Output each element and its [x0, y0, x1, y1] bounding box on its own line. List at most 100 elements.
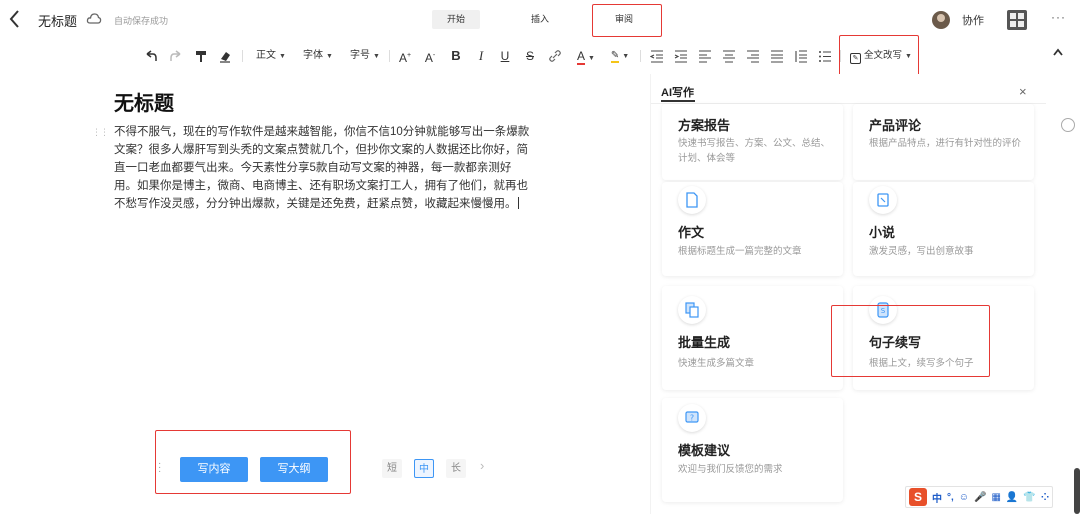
scrollbar[interactable]	[1074, 468, 1080, 514]
link-icon[interactable]	[547, 47, 563, 65]
chevron-down-icon: ▼	[279, 53, 286, 60]
align-center-icon[interactable]	[722, 47, 736, 65]
length-long-button[interactable]: 长	[446, 459, 466, 478]
copy-icon	[678, 296, 706, 324]
avatar[interactable]	[932, 11, 950, 29]
card-desc: 根据产品特点，进行有针对性的评价	[869, 138, 1022, 149]
ai-write-bar: · · · 写内容 写大纲 短 中 长 ›	[156, 450, 502, 490]
outdent-icon[interactable]	[650, 47, 664, 65]
svg-text:?: ?	[690, 414, 694, 423]
ime-tools-icon[interactable]: ⁘	[1041, 492, 1049, 503]
book-icon	[869, 186, 897, 214]
more-menu-icon[interactable]: ···	[1051, 10, 1066, 24]
card-title: 产品评论	[869, 118, 922, 133]
card-template-suggestion[interactable]: ? 模板建议 欢迎与我们反馈您的需求	[662, 398, 843, 502]
card-desc: 快速书写报告、方案、公文、总结、计划、体会等	[678, 138, 831, 164]
write-bar-drag-handle-icon[interactable]: · · ·	[158, 459, 161, 477]
highlight-color-icon[interactable]: ✎ ▼	[608, 47, 632, 65]
card-title: 作文	[678, 225, 705, 240]
list-icon[interactable]	[818, 47, 832, 65]
assistant-circle-icon[interactable]	[1061, 118, 1075, 132]
ime-chinese-mode[interactable]: 中	[932, 490, 942, 505]
toolbar-divider	[840, 50, 841, 62]
svg-text:S: S	[881, 307, 886, 315]
full-rewrite-label: 全文改写	[864, 50, 903, 61]
card-product-review[interactable]: 产品评论 根据产品特点，进行有针对性的评价	[853, 104, 1034, 180]
ime-emoji-icon[interactable]: ☺	[959, 492, 969, 503]
font-family-select[interactable]: 字体 ▼	[301, 47, 335, 65]
ime-user-icon[interactable]: 👤	[1006, 492, 1018, 503]
sogou-logo-icon[interactable]: S	[909, 488, 927, 506]
card-sentence-continue[interactable]: S 句子续写 根据上文，续写多个句子	[853, 286, 1034, 390]
chevron-up-icon[interactable]	[1052, 47, 1064, 57]
save-status: 自动保存成功	[114, 16, 169, 26]
ime-skin-icon[interactable]: 👕	[1023, 492, 1035, 503]
ai-panel-title-underline	[661, 100, 695, 102]
ai-writing-panel: AI写作 × 方案报告 快速书写报告、方案、公文、总结、计划、体会等 产品评论 …	[650, 74, 1046, 514]
top-bar: 无标题 自动保存成功 开始 插入 审阅 协作 ···	[0, 0, 1080, 40]
full-rewrite-button[interactable]: ✎ 全文改写 ▼	[850, 47, 912, 65]
align-left-icon[interactable]	[698, 47, 712, 65]
ime-punctuation-icon[interactable]: °,	[947, 492, 954, 503]
align-right-icon[interactable]	[746, 47, 760, 65]
clear-format-icon[interactable]	[217, 47, 233, 65]
format-painter-icon[interactable]	[193, 47, 209, 65]
tab-review[interactable]: 审阅	[600, 10, 648, 29]
font-color-icon[interactable]: A ▼	[574, 47, 598, 65]
chevron-right-icon[interactable]: ›	[480, 458, 484, 473]
editor-title[interactable]: 无标题	[114, 87, 174, 116]
write-content-button[interactable]: 写内容	[180, 457, 248, 482]
document-icon	[678, 186, 706, 214]
strikethrough-icon[interactable]: S	[523, 47, 537, 65]
card-essay[interactable]: 作文 根据标题生成一篇完整的文章	[662, 182, 843, 276]
italic-icon[interactable]: I	[474, 47, 488, 65]
font-size-select[interactable]: 字号 ▼	[348, 47, 382, 65]
toolbar-divider	[242, 50, 243, 62]
card-desc: 根据上文，续写多个句子	[869, 358, 974, 369]
editor-body[interactable]: 不得不服气，现在的写作软件是越来越智能，你信不信10分钟就能够写出一条爆款文案？…	[114, 123, 534, 213]
document-title[interactable]: 无标题	[38, 11, 77, 30]
chevron-down-icon: ▼	[905, 53, 912, 60]
underline-icon[interactable]: U	[498, 47, 512, 65]
card-desc: 激发灵感，写出创意故事	[869, 246, 974, 257]
length-medium-button[interactable]: 中	[414, 459, 434, 478]
line-spacing-icon[interactable]	[794, 47, 808, 65]
paragraph-style-label: 正文	[256, 50, 277, 61]
tab-insert[interactable]: 插入	[516, 10, 564, 29]
drag-handle-icon[interactable]: ⋮⋮	[92, 127, 109, 138]
card-novel[interactable]: 小说 激发灵感，写出创意故事	[853, 182, 1034, 276]
card-title: 小说	[869, 225, 896, 240]
indent-icon[interactable]	[674, 47, 688, 65]
ime-toolbar: S 中 °, ☺ 🎤 ▦ 👤 👕 ⁘	[905, 486, 1053, 508]
toolbar-divider	[640, 50, 641, 62]
undo-icon[interactable]	[143, 47, 159, 65]
card-desc: 根据标题生成一篇完整的文章	[678, 246, 802, 257]
length-short-button[interactable]: 短	[382, 459, 402, 478]
ai-panel-title: AI写作	[661, 87, 694, 99]
bold-icon[interactable]: B	[449, 47, 463, 65]
card-desc: 欢迎与我们反馈您的需求	[678, 464, 783, 475]
paragraph-style-select[interactable]: 正文 ▼	[254, 47, 288, 65]
card-batch-generate[interactable]: 批量生成 快速生成多篇文章	[662, 286, 843, 390]
toolbar-divider	[389, 50, 390, 62]
justify-icon[interactable]	[770, 47, 784, 65]
redo-icon[interactable]	[168, 47, 184, 65]
back-arrow-icon[interactable]	[8, 9, 22, 29]
chevron-down-icon: ▼	[373, 53, 380, 60]
card-report[interactable]: 方案报告 快速书写报告、方案、公文、总结、计划、体会等	[662, 104, 843, 180]
write-outline-button[interactable]: 写大纲	[260, 457, 328, 482]
apps-grid-icon[interactable]	[1007, 10, 1027, 30]
card-title: 批量生成	[678, 335, 731, 350]
ime-voice-icon[interactable]: 🎤	[974, 492, 986, 503]
card-title: 方案报告	[678, 118, 731, 133]
increase-font-icon[interactable]: A+	[397, 47, 413, 65]
close-icon[interactable]: ×	[1019, 84, 1027, 99]
chevron-down-icon: ▼	[326, 53, 333, 60]
editor-body-text: 不得不服气，现在的写作软件是越来越智能，你信不信10分钟就能够写出一条爆款文案？…	[114, 126, 530, 210]
card-title: 模板建议	[678, 443, 731, 458]
tab-start[interactable]: 开始	[432, 10, 480, 29]
collab-button[interactable]: 协作	[962, 12, 984, 28]
decrease-font-icon[interactable]: A-	[422, 47, 438, 65]
cloud-save-icon	[86, 13, 102, 24]
ime-keyboard-icon[interactable]: ▦	[991, 492, 1000, 503]
